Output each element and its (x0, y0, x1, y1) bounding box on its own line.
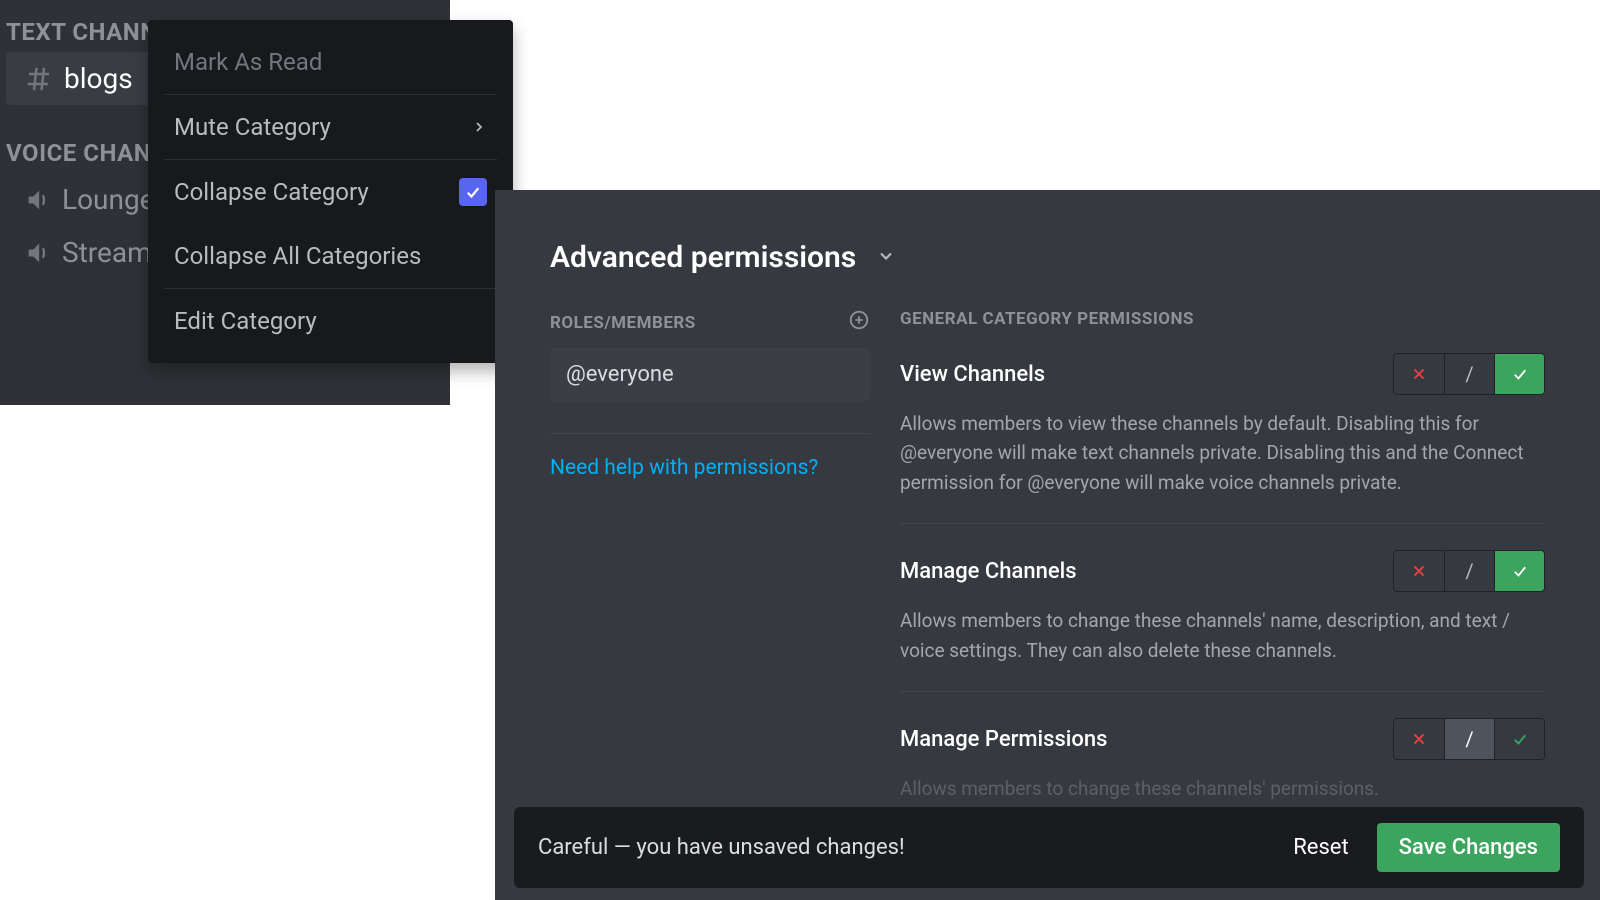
roles-header: ROLES/MEMBERS (550, 309, 870, 336)
hash-icon (24, 64, 54, 94)
ctx-mark-as-read[interactable]: Mark As Read (148, 30, 513, 94)
speaker-icon (24, 239, 52, 267)
toggle-allow[interactable] (1494, 719, 1544, 759)
permissions-list: GENERAL CATEGORY PERMISSIONS View Channe… (900, 309, 1545, 856)
help-link-text: Need help with permissions? (550, 456, 818, 480)
reset-button[interactable]: Reset (1293, 835, 1348, 860)
category-context-menu: Mark As Read Mute Category Collapse Cate… (148, 20, 513, 363)
permissions-help-link[interactable]: Need help with permissions? (550, 456, 870, 480)
permissions-title-row[interactable]: Advanced permissions (550, 240, 1545, 275)
permissions-section-header: GENERAL CATEGORY PERMISSIONS (900, 309, 1545, 329)
permission-toggle: / (1393, 550, 1545, 592)
toggle-deny[interactable] (1394, 354, 1444, 394)
chevron-right-icon (471, 113, 487, 141)
permission-toggle: / (1393, 353, 1545, 395)
save-changes-button[interactable]: Save Changes (1377, 823, 1560, 872)
role-item-everyone[interactable]: @everyone (550, 348, 870, 401)
permissions-panel: Advanced permissions ROLES/MEMBERS @ever… (495, 190, 1600, 900)
role-name: @everyone (566, 362, 674, 387)
toggle-deny[interactable] (1394, 551, 1444, 591)
roles-separator (550, 433, 870, 434)
unsaved-message: Careful — you have unsaved changes! (538, 835, 905, 860)
toggle-allow[interactable] (1494, 551, 1544, 591)
ctx-label: Mark As Read (174, 48, 322, 76)
speaker-icon (24, 186, 52, 214)
permission-name: Manage Permissions (900, 727, 1107, 752)
channel-name: blogs (64, 62, 133, 95)
toggle-deny[interactable] (1394, 719, 1444, 759)
ctx-collapse-all[interactable]: Collapse All Categories (148, 224, 513, 288)
toggle-allow[interactable] (1494, 354, 1544, 394)
unsaved-changes-bar: Careful — you have unsaved changes! Rese… (514, 807, 1584, 888)
toggle-neutral[interactable]: / (1444, 354, 1494, 394)
toggle-neutral[interactable]: / (1444, 551, 1494, 591)
roles-header-label: ROLES/MEMBERS (550, 313, 696, 333)
permission-description: Allows members to change these channels'… (900, 606, 1545, 665)
permission-item: Manage Channels / Allows members to chan… (900, 550, 1545, 692)
plus-circle-icon[interactable] (848, 309, 870, 336)
permission-description: Allows members to view these channels by… (900, 409, 1545, 497)
ctx-edit-category[interactable]: Edit Category (148, 289, 513, 353)
toggle-neutral[interactable]: / (1444, 719, 1494, 759)
ctx-label: Mute Category (174, 113, 331, 141)
ctx-label: Collapse All Categories (174, 242, 421, 270)
permission-name: View Channels (900, 362, 1045, 387)
ctx-label: Edit Category (174, 307, 317, 335)
permission-description: Allows members to change these channels'… (900, 774, 1545, 803)
ctx-collapse-category[interactable]: Collapse Category (148, 160, 513, 224)
roles-column: ROLES/MEMBERS @everyone Need help with p… (550, 309, 870, 856)
permission-item: View Channels / Allows members to view t… (900, 353, 1545, 524)
channel-name: Lounge (62, 183, 155, 216)
ctx-label: Collapse Category (174, 178, 369, 206)
ctx-mute-category[interactable]: Mute Category (148, 95, 513, 159)
permission-name: Manage Channels (900, 559, 1077, 584)
chevron-down-icon (876, 246, 896, 270)
permissions-title: Advanced permissions (550, 240, 856, 275)
permission-toggle: / (1393, 718, 1545, 760)
checkbox-checked-icon (459, 178, 487, 206)
